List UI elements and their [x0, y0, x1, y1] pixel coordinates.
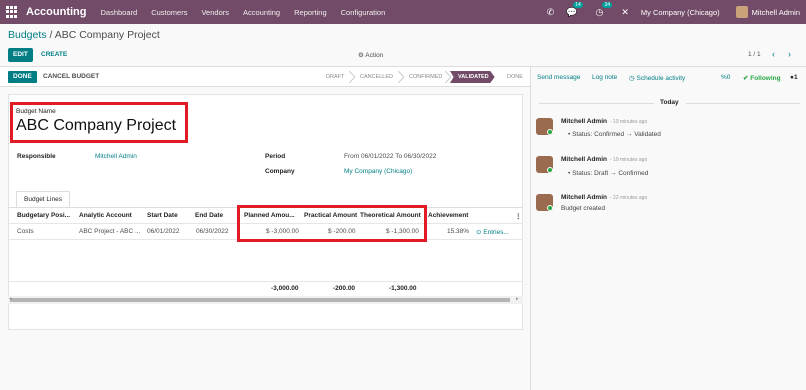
- message-time: - 19 minutes ago: [610, 119, 648, 125]
- app-brand[interactable]: Accounting: [26, 6, 87, 18]
- today-divider-right: [686, 103, 800, 104]
- entries-button[interactable]: ⊙ Entries...: [476, 228, 509, 236]
- messages-badge: 14: [573, 1, 583, 8]
- gear-icon: ⚙: [358, 52, 364, 59]
- cell-start-date[interactable]: 06/01/2022: [147, 228, 180, 235]
- message-time: - 19 minutes ago: [610, 157, 648, 163]
- message-author[interactable]: Mitchell Admin: [561, 194, 607, 201]
- stage-separator: [445, 71, 451, 83]
- highlight-box-name: [10, 102, 188, 143]
- stage-confirmed: CONFIRMED: [409, 74, 443, 80]
- breadcrumb-budgets[interactable]: Budgets: [8, 29, 47, 41]
- breadcrumb-current: ABC Company Project: [54, 29, 160, 41]
- online-status-icon: [547, 205, 553, 211]
- scrollbar-thumb[interactable]: [10, 298, 510, 302]
- scroll-right-icon[interactable]: ▸: [516, 296, 519, 302]
- form-statusbar: DONE CANCEL BUDGET DRAFT CANCELLED CONFI…: [0, 67, 530, 87]
- footer-separator: [8, 281, 523, 282]
- pager-value[interactable]: 1 / 1: [748, 51, 761, 58]
- total-planned: -3,000.00: [271, 285, 299, 292]
- column-header-start-date[interactable]: Start Date: [147, 212, 178, 219]
- clock-icon: ◷: [629, 75, 635, 82]
- log-note-button[interactable]: Log note: [592, 74, 617, 81]
- message-body: Budget created: [561, 205, 606, 212]
- period-label: Period: [265, 153, 286, 160]
- company-switcher[interactable]: My Company (Chicago): [641, 8, 720, 17]
- menu-vendors[interactable]: Vendors: [201, 8, 229, 17]
- following-button[interactable]: ✔ Following: [743, 74, 781, 82]
- column-header-achievement[interactable]: Achievement: [428, 212, 468, 219]
- column-options-icon[interactable]: ⋮: [515, 212, 522, 220]
- tab-budget-lines[interactable]: Budget Lines: [16, 191, 70, 207]
- total-theoretical: -1,300.00: [389, 285, 417, 292]
- schedule-activity-button[interactable]: ◷ Schedule activity: [629, 74, 685, 82]
- message-body: • Status: Draft → Confirmed: [568, 170, 649, 177]
- check-icon: ✔: [743, 75, 749, 82]
- cancel-budget-button[interactable]: CANCEL BUDGET: [43, 71, 99, 83]
- action-menu[interactable]: ⚙ Action: [358, 51, 383, 59]
- column-header-budgetary-position[interactable]: Budgetary Posi...: [17, 212, 70, 219]
- menu-dashboard[interactable]: Dashboard: [101, 8, 138, 17]
- messages-icon[interactable]: 💬 14: [566, 1, 583, 18]
- activities-badge: 34: [602, 1, 613, 8]
- cell-analytic-account[interactable]: ABC Project - ABC ...: [79, 228, 140, 235]
- cell-achievement[interactable]: 15.38%: [447, 228, 469, 235]
- column-header-end-date[interactable]: End Date: [195, 212, 223, 219]
- responsible-field[interactable]: Mitchell Admin: [95, 153, 137, 160]
- arrow-circle-icon: ⊙: [476, 229, 482, 236]
- period-field: From 06/01/2022 To 06/30/2022: [344, 153, 437, 160]
- user-menu[interactable]: Mitchell Admin: [752, 8, 800, 17]
- online-status-icon: [547, 129, 553, 135]
- column-header-analytic-account[interactable]: Analytic Account: [79, 212, 132, 219]
- today-divider-left: [539, 103, 654, 104]
- pager-next-icon[interactable]: ›: [788, 49, 791, 59]
- total-practical: -200.00: [333, 285, 356, 292]
- phone-icon[interactable]: ✆: [547, 7, 555, 18]
- message-author[interactable]: Mitchell Admin: [561, 156, 607, 163]
- done-button[interactable]: DONE: [8, 71, 37, 83]
- create-button[interactable]: CREATE: [36, 48, 72, 62]
- activities-icon[interactable]: ◷ 34: [595, 1, 613, 18]
- pager-previous-icon[interactable]: ‹: [772, 49, 775, 59]
- chatter-separator: [530, 67, 531, 390]
- message-author[interactable]: Mitchell Admin: [561, 118, 607, 125]
- scroll-left-icon[interactable]: ◂: [9, 296, 12, 302]
- company-field[interactable]: My Company (Chicago): [344, 168, 412, 175]
- message-time: - 22 minutes ago: [610, 195, 648, 201]
- menu-customers[interactable]: Customers: [151, 8, 187, 17]
- cell-end-date[interactable]: 06/30/2022: [196, 228, 229, 235]
- debug-tools-icon[interactable]: ✕: [621, 7, 629, 18]
- stage-separator: [349, 71, 355, 83]
- stage-draft: DRAFT: [326, 74, 345, 80]
- attachments-button[interactable]: %0: [721, 74, 730, 81]
- followers-button[interactable]: ●1: [790, 74, 798, 81]
- cell-budgetary-position[interactable]: Costs: [17, 228, 34, 235]
- edit-button[interactable]: EDIT: [8, 48, 33, 62]
- company-label: Company: [265, 168, 295, 175]
- stage-done: DONE: [507, 74, 523, 80]
- apps-menu-icon[interactable]: [6, 6, 18, 18]
- stage-validated: VALIDATED: [450, 71, 495, 83]
- menu-configuration[interactable]: Configuration: [341, 8, 386, 17]
- today-separator: Today: [660, 99, 679, 106]
- menu-accounting[interactable]: Accounting: [243, 8, 280, 17]
- responsible-label: Responsible: [17, 153, 56, 160]
- online-status-icon: [547, 167, 553, 173]
- highlight-box-amounts: [237, 205, 427, 242]
- top-navbar: Accounting Dashboard Customers Vendors A…: [0, 0, 806, 24]
- user-avatar[interactable]: [735, 6, 748, 18]
- stage-cancelled: CANCELLED: [360, 74, 394, 80]
- stage-separator: [398, 71, 404, 83]
- breadcrumb: Budgets / ABC Company Project: [8, 29, 160, 41]
- message-body: • Status: Confirmed → Validated: [568, 131, 661, 138]
- send-message-button[interactable]: Send message: [537, 74, 580, 81]
- menu-reporting[interactable]: Reporting: [294, 8, 327, 17]
